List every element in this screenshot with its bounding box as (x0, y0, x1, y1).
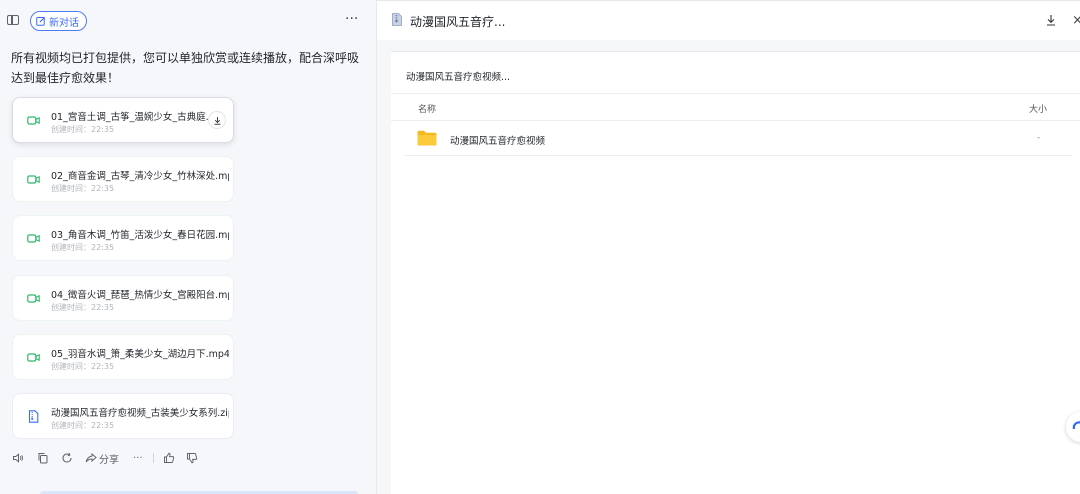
zip-file-icon (28, 410, 39, 423)
row-size: - (1037, 133, 1041, 143)
file-name: 05_羽音水调_箫_柔美少女_湖边月下.mp4 (51, 349, 229, 360)
video-icon (27, 116, 40, 125)
video-icon (27, 294, 40, 303)
speaker-icon[interactable] (12, 452, 24, 464)
regenerate-icon[interactable] (61, 452, 73, 464)
column-size-header: 大小 (1029, 105, 1048, 115)
edit-icon (36, 16, 46, 26)
new-chat-label: 新对话 (49, 17, 79, 29)
row-name: 动漫国风五音疗愈视频 (450, 136, 546, 147)
message-actions: 分享 ··· (12, 450, 198, 466)
assistant-icon (1072, 421, 1080, 430)
table-row[interactable]: 动漫国风五音疗愈视频 - (404, 122, 1072, 156)
file-card-3[interactable]: 03_角音木调_竹笛_活泼少女_春日花园.mp4 创建时间：22:35 (12, 215, 234, 261)
new-chat-button[interactable]: 新对话 (30, 11, 87, 31)
file-created-time: 创建时间：22:35 (51, 421, 115, 430)
copy-icon[interactable] (37, 452, 49, 464)
file-card-4[interactable]: 04_徵音火调_琵琶_热情少女_宫殿阳台.mp4 创建时间：22:35 (12, 275, 234, 321)
more-actions-button[interactable]: ··· (133, 453, 143, 464)
file-created-time: 创建时间：22:35 (51, 362, 115, 371)
download-icon (214, 116, 220, 125)
file-name: 03_角音木调_竹笛_活泼少女_春日花园.mp4 (51, 230, 229, 241)
close-icon[interactable]: × (1072, 13, 1080, 28)
download-icon[interactable] (1045, 14, 1057, 26)
thumbs-down-icon[interactable] (186, 452, 198, 464)
file-name: 动漫国风五音疗愈视频_古装美少女系列.zip (51, 408, 229, 419)
archive-contents: 动漫国风五音疗愈视频... 名称 大小 动漫国风五音疗愈视频 - (391, 51, 1080, 494)
sidebar-toggle-icon[interactable] (7, 15, 19, 25)
share-icon[interactable] (85, 452, 97, 464)
zip-file-icon (392, 13, 402, 26)
video-icon (27, 353, 40, 362)
thumbs-up-icon[interactable] (163, 452, 175, 464)
more-menu-button[interactable]: ··· (345, 11, 358, 27)
column-name-header: 名称 (418, 105, 437, 115)
file-card-5[interactable]: 05_羽音水调_箫_柔美少女_湖边月下.mp4 创建时间：22:35 (12, 334, 234, 380)
file-name: 01_宫音土调_古筝_温婉少女_古典庭... (51, 112, 215, 123)
chat-topbar: 新对话 ··· (0, 0, 376, 42)
assistant-message-text: 所有视频均已打包提供，您可以单独欣赏或连续播放，配合深呼吸达到最佳疗愈效果！ (11, 51, 360, 85)
video-icon (27, 234, 40, 243)
file-preview-panel: 动漫国风五音疗... × 动漫国风五音疗愈视频... 名称 大小 动漫国风五音疗… (377, 0, 1080, 494)
file-card-zip[interactable]: 动漫国风五音疗愈视频_古装美少女系列.zip 创建时间：22:35 (12, 393, 234, 439)
file-created-time: 创建时间：22:35 (51, 303, 115, 312)
file-created-time: 创建时间：22:35 (51, 243, 115, 252)
download-file-button[interactable] (208, 111, 226, 129)
chat-panel: 新对话 ··· 所有视频均已打包提供，您可以单独欣赏或连续播放，配合深呼吸达到最… (0, 0, 377, 494)
archive-title: 动漫国风五音疗愈视频... (406, 72, 511, 83)
file-card-2[interactable]: 02_商音金调_古琴_清冷少女_竹林深处.mp4 创建时间：22:35 (12, 156, 234, 202)
file-name: 02_商音金调_古琴_清冷少女_竹林深处.mp4 (51, 171, 229, 182)
folder-icon (417, 130, 437, 146)
file-created-time: 创建时间：22:35 (51, 125, 115, 134)
file-card-1[interactable]: 01_宫音土调_古筝_温婉少女_古典庭... 创建时间：22:35 (12, 97, 234, 143)
video-icon (27, 175, 40, 184)
share-label[interactable]: 分享 (99, 451, 119, 466)
preview-header: 动漫国风五音疗... × (377, 0, 1080, 40)
table-header: 名称 大小 (391, 93, 1080, 121)
file-name: 04_徵音火调_琵琶_热情少女_宫殿阳台.mp4 (51, 290, 229, 301)
file-created-time: 创建时间：22:35 (51, 184, 115, 193)
actions-divider (152, 453, 154, 463)
preview-title: 动漫国风五音疗... (410, 15, 506, 29)
